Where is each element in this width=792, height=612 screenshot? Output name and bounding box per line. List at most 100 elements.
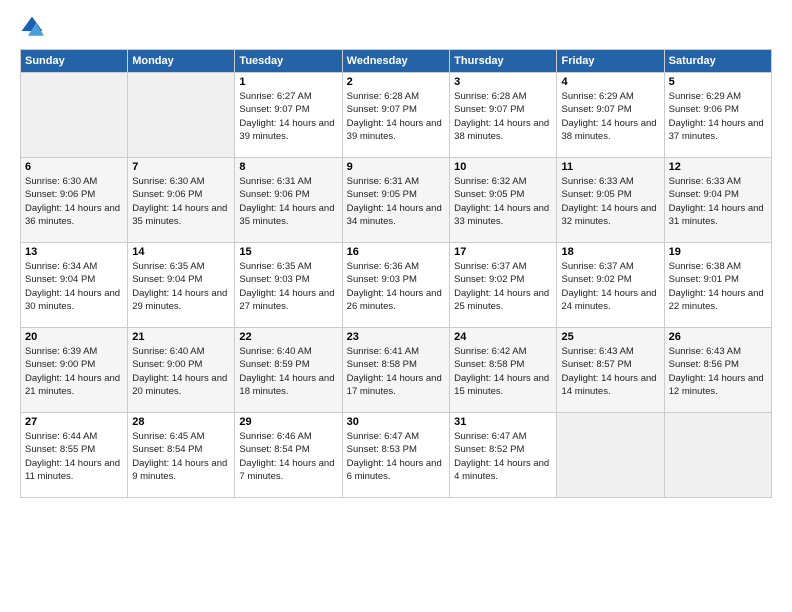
day-number: 11 — [561, 161, 659, 173]
calendar-cell: 23Sunrise: 6:41 AM Sunset: 8:58 PM Dayli… — [342, 328, 449, 413]
day-info: Sunrise: 6:43 AM Sunset: 8:57 PM Dayligh… — [561, 345, 659, 398]
calendar-cell: 21 Sunrise: 6:40 AM Sunset: 9:00 PM Dayli… — [128, 328, 235, 413]
day-info: Sunrise: 6:46 AM Sunset: 8:54 PM Dayligh… — [239, 430, 337, 483]
day-info: Sunrise: 6:29 AM Sunset: 9:06 PM Dayligh… — [669, 90, 767, 143]
day-info: Sunrise: 6:40 AM Sunset: 9:00 PM Dayligh… — [132, 345, 230, 398]
day-info: Sunrise: 6:34 AM Sunset: 9:04 PM Dayligh… — [25, 260, 123, 313]
day-info: Sunrise: 6:32 AM Sunset: 9:05 PM Dayligh… — [454, 175, 552, 228]
calendar-header-row: SundayMondayTuesdayWednesdayThursdayFrid… — [21, 50, 772, 73]
day-number: 15 — [239, 246, 337, 258]
header — [20, 15, 772, 39]
day-number: 10 — [454, 161, 552, 173]
calendar-cell: 2 Sunrise: 6:28 AM Sunset: 9:07 PM Daylig… — [342, 73, 449, 158]
calendar-cell: 18Sunrise: 6:37 AM Sunset: 9:02 PM Dayli… — [557, 243, 664, 328]
calendar-cell: 24 Sunrise: 6:42 AM Sunset: 8:58 PM Dayli… — [450, 328, 557, 413]
day-number: 5 — [669, 76, 767, 88]
day-number: 18 — [561, 246, 659, 258]
day-info: Sunrise: 6:47 AM Sunset: 8:53 PM Dayligh… — [347, 430, 445, 483]
day-number: 21 — [132, 331, 230, 343]
calendar-cell: 7 Sunrise: 6:30 AM Sunset: 9:06 PM Daylig… — [128, 158, 235, 243]
calendar-week-row: 1 Sunrise: 6:27 AM Sunset: 9:07 PM Daylig… — [21, 73, 772, 158]
calendar-header-saturday: Saturday — [664, 50, 771, 73]
day-info: Sunrise: 6:33 AM Sunset: 9:05 PM Dayligh… — [561, 175, 659, 228]
calendar-header-wednesday: Wednesday — [342, 50, 449, 73]
calendar-cell: 14 Sunrise: 6:35 AM Sunset: 9:04 PM Dayli… — [128, 243, 235, 328]
day-info: Sunrise: 6:36 AM Sunset: 9:03 PM Dayligh… — [347, 260, 445, 313]
day-number: 1 — [239, 76, 337, 88]
day-info: Sunrise: 6:47 AM Sunset: 8:52 PM Dayligh… — [454, 430, 552, 483]
day-number: 29 — [239, 416, 337, 428]
calendar-week-row: 13Sunrise: 6:34 AM Sunset: 9:04 PM Dayli… — [21, 243, 772, 328]
day-info: Sunrise: 6:27 AM Sunset: 9:07 PM Dayligh… — [239, 90, 337, 143]
day-info: Sunrise: 6:28 AM Sunset: 9:07 PM Dayligh… — [347, 90, 445, 143]
calendar-week-row: 6 Sunrise: 6:30 AM Sunset: 9:06 PM Daylig… — [21, 158, 772, 243]
day-info: Sunrise: 6:30 AM Sunset: 9:06 PM Dayligh… — [132, 175, 230, 228]
logo — [20, 15, 48, 39]
day-info: Sunrise: 6:35 AM Sunset: 9:04 PM Dayligh… — [132, 260, 230, 313]
calendar-cell: 8 Sunrise: 6:31 AM Sunset: 9:06 PM Daylig… — [235, 158, 342, 243]
day-number: 6 — [25, 161, 123, 173]
day-info: Sunrise: 6:37 AM Sunset: 9:02 PM Dayligh… — [454, 260, 552, 313]
calendar-cell: 11 Sunrise: 6:33 AM Sunset: 9:05 PM Dayli… — [557, 158, 664, 243]
calendar-cell: 3 Sunrise: 6:28 AM Sunset: 9:07 PM Daylig… — [450, 73, 557, 158]
calendar-header-sunday: Sunday — [21, 50, 128, 73]
calendar-cell: 10 Sunrise: 6:32 AM Sunset: 9:05 PM Dayli… — [450, 158, 557, 243]
day-info: Sunrise: 6:44 AM Sunset: 8:55 PM Dayligh… — [25, 430, 123, 483]
calendar-cell: 13Sunrise: 6:34 AM Sunset: 9:04 PM Dayli… — [21, 243, 128, 328]
day-number: 24 — [454, 331, 552, 343]
calendar-week-row: 27Sunrise: 6:44 AM Sunset: 8:55 PM Dayli… — [21, 413, 772, 498]
day-number: 16 — [347, 246, 445, 258]
day-number: 3 — [454, 76, 552, 88]
day-info: Sunrise: 6:35 AM Sunset: 9:03 PM Dayligh… — [239, 260, 337, 313]
calendar-cell: 25 Sunrise: 6:43 AM Sunset: 8:57 PM Dayli… — [557, 328, 664, 413]
day-number: 2 — [347, 76, 445, 88]
calendar-cell: 9 Sunrise: 6:31 AM Sunset: 9:05 PM Daylig… — [342, 158, 449, 243]
day-info: Sunrise: 6:33 AM Sunset: 9:04 PM Dayligh… — [669, 175, 767, 228]
calendar: SundayMondayTuesdayWednesdayThursdayFrid… — [20, 49, 772, 498]
day-number: 26 — [669, 331, 767, 343]
logo-icon — [20, 15, 44, 39]
day-number: 23 — [347, 331, 445, 343]
day-info: Sunrise: 6:40 AM Sunset: 8:59 PM Dayligh… — [239, 345, 337, 398]
calendar-week-row: 20Sunrise: 6:39 AM Sunset: 9:00 PM Dayli… — [21, 328, 772, 413]
day-info: Sunrise: 6:31 AM Sunset: 9:06 PM Dayligh… — [239, 175, 337, 228]
calendar-cell — [21, 73, 128, 158]
day-number: 12 — [669, 161, 767, 173]
calendar-cell: 31 Sunrise: 6:47 AM Sunset: 8:52 PM Dayli… — [450, 413, 557, 498]
calendar-cell: 1 Sunrise: 6:27 AM Sunset: 9:07 PM Daylig… — [235, 73, 342, 158]
calendar-cell: 27Sunrise: 6:44 AM Sunset: 8:55 PM Dayli… — [21, 413, 128, 498]
day-number: 4 — [561, 76, 659, 88]
day-number: 25 — [561, 331, 659, 343]
day-number: 19 — [669, 246, 767, 258]
day-number: 17 — [454, 246, 552, 258]
calendar-cell: 22Sunrise: 6:40 AM Sunset: 8:59 PM Dayli… — [235, 328, 342, 413]
calendar-cell: 12 Sunrise: 6:33 AM Sunset: 9:04 PM Dayli… — [664, 158, 771, 243]
day-info: Sunrise: 6:31 AM Sunset: 9:05 PM Dayligh… — [347, 175, 445, 228]
calendar-cell: 16 Sunrise: 6:36 AM Sunset: 9:03 PM Dayli… — [342, 243, 449, 328]
calendar-header-monday: Monday — [128, 50, 235, 73]
day-number: 7 — [132, 161, 230, 173]
day-info: Sunrise: 6:29 AM Sunset: 9:07 PM Dayligh… — [561, 90, 659, 143]
day-info: Sunrise: 6:43 AM Sunset: 8:56 PM Dayligh… — [669, 345, 767, 398]
day-number: 31 — [454, 416, 552, 428]
day-info: Sunrise: 6:45 AM Sunset: 8:54 PM Dayligh… — [132, 430, 230, 483]
calendar-cell: 20Sunrise: 6:39 AM Sunset: 9:00 PM Dayli… — [21, 328, 128, 413]
calendar-cell: 30Sunrise: 6:47 AM Sunset: 8:53 PM Dayli… — [342, 413, 449, 498]
day-info: Sunrise: 6:30 AM Sunset: 9:06 PM Dayligh… — [25, 175, 123, 228]
calendar-cell: 17 Sunrise: 6:37 AM Sunset: 9:02 PM Dayli… — [450, 243, 557, 328]
page: SundayMondayTuesdayWednesdayThursdayFrid… — [0, 0, 792, 612]
day-number: 20 — [25, 331, 123, 343]
day-number: 14 — [132, 246, 230, 258]
calendar-cell: 26 Sunrise: 6:43 AM Sunset: 8:56 PM Dayli… — [664, 328, 771, 413]
calendar-cell: 28Sunrise: 6:45 AM Sunset: 8:54 PM Dayli… — [128, 413, 235, 498]
calendar-cell: 29 Sunrise: 6:46 AM Sunset: 8:54 PM Dayli… — [235, 413, 342, 498]
calendar-cell — [128, 73, 235, 158]
day-number: 8 — [239, 161, 337, 173]
day-info: Sunrise: 6:42 AM Sunset: 8:58 PM Dayligh… — [454, 345, 552, 398]
calendar-cell: 4 Sunrise: 6:29 AM Sunset: 9:07 PM Daylig… — [557, 73, 664, 158]
day-number: 9 — [347, 161, 445, 173]
calendar-cell — [557, 413, 664, 498]
day-info: Sunrise: 6:28 AM Sunset: 9:07 PM Dayligh… — [454, 90, 552, 143]
calendar-cell — [664, 413, 771, 498]
calendar-cell: 5 Sunrise: 6:29 AM Sunset: 9:06 PM Daylig… — [664, 73, 771, 158]
